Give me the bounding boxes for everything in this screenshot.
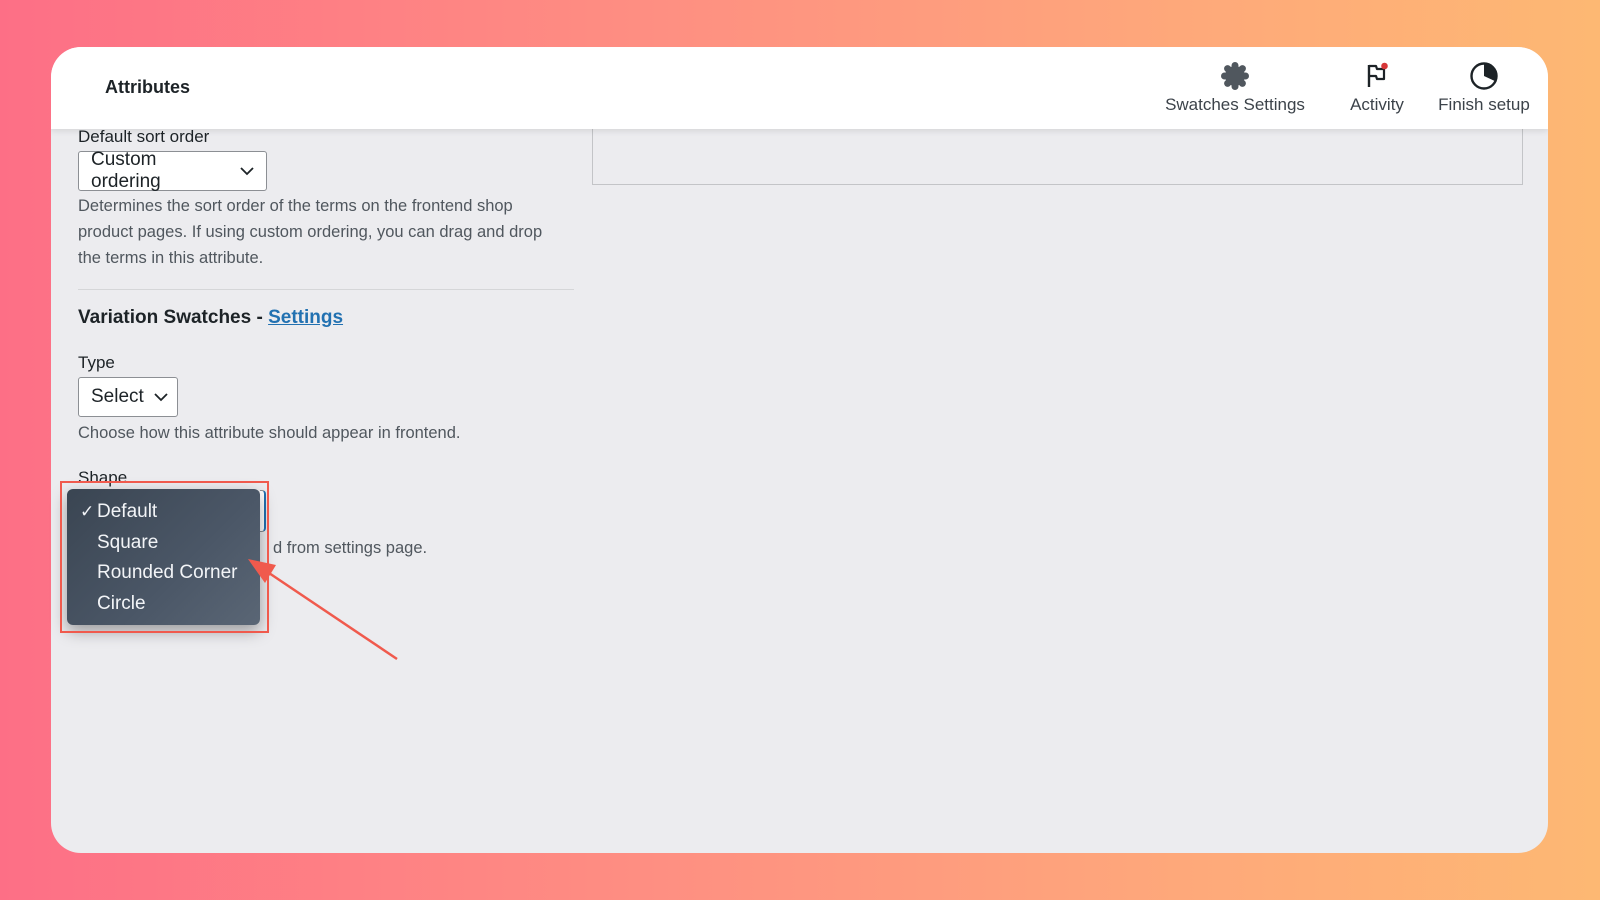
annotation-arrow-icon [248,559,398,661]
